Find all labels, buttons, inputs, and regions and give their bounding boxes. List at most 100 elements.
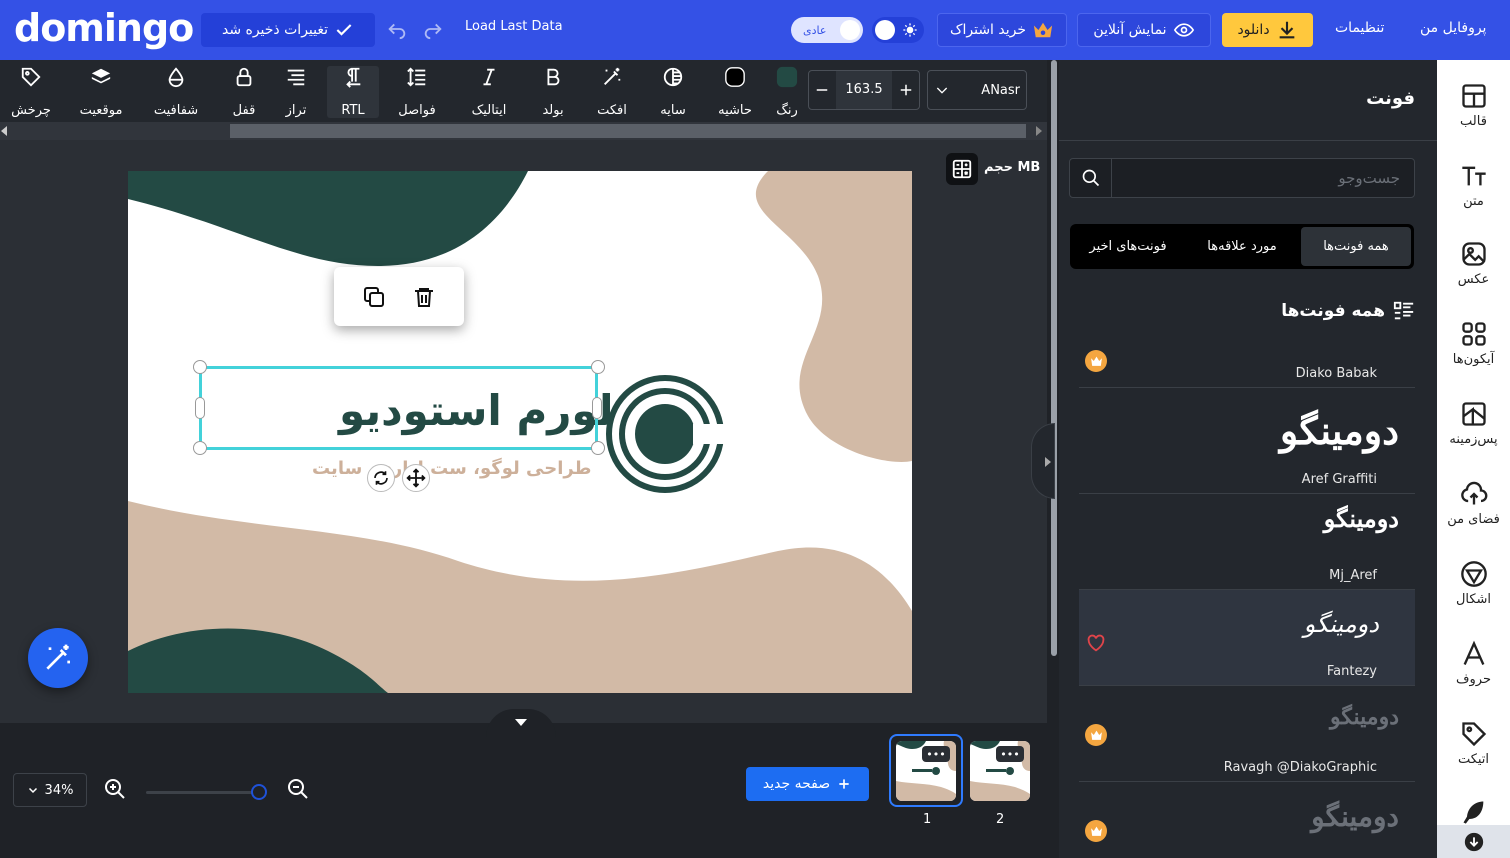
- search-icon[interactable]: [1070, 159, 1112, 197]
- resize-handle-bottom-left[interactable]: [193, 441, 207, 455]
- zoom-select[interactable]: 34%: [13, 773, 87, 807]
- sidebar-item-label: حروف: [1456, 671, 1491, 687]
- sidebar-item-letters[interactable]: حروف: [1437, 628, 1510, 698]
- sidebar-item-my-space[interactable]: فضای من: [1437, 468, 1510, 538]
- tool-stroke[interactable]: حاشیه: [714, 66, 756, 118]
- tool-position[interactable]: موقعیت: [72, 66, 130, 118]
- font-name: Fantezy: [1326, 664, 1377, 679]
- zoom-slider[interactable]: [146, 791, 266, 794]
- undo-icon[interactable]: [386, 18, 408, 40]
- tool-bold[interactable]: بولد: [536, 66, 570, 118]
- page-options-button[interactable]: •••: [922, 746, 950, 762]
- trash-icon[interactable]: [412, 285, 436, 309]
- resize-handle-top-left[interactable]: [193, 360, 207, 374]
- sidebar-item-label: عکس: [1457, 271, 1490, 287]
- resize-handle-bottom-right[interactable]: [591, 441, 605, 455]
- tool-italic[interactable]: ایتالیک: [466, 66, 512, 118]
- tool-label: حاشیه: [718, 103, 752, 118]
- magic-ai-button[interactable]: [28, 628, 88, 688]
- tool-color[interactable]: رنگ: [773, 66, 801, 118]
- mode-label: عادی: [803, 23, 827, 37]
- sidebar-item-shapes[interactable]: اشکال: [1437, 548, 1510, 618]
- sidebar-item-tag[interactable]: اتیکت: [1437, 708, 1510, 778]
- tool-spacing[interactable]: فواصل: [394, 66, 440, 118]
- load-last-data-link[interactable]: Load Last Data: [465, 19, 563, 34]
- font-item[interactable]: دومینگو Ravagh @DiakoGraphic: [1079, 686, 1415, 782]
- tool-shadow[interactable]: سایه: [654, 66, 692, 118]
- theme-toggle[interactable]: [872, 17, 924, 43]
- horizontal-scrollbar[interactable]: [0, 122, 1047, 140]
- sidebar-item-template[interactable]: قالب: [1437, 70, 1510, 140]
- profile-link[interactable]: پروفایل من: [1420, 20, 1486, 36]
- sidebar-item-text[interactable]: متن: [1437, 150, 1510, 220]
- sidebar-item-background[interactable]: پس‌زمینه: [1437, 388, 1510, 458]
- tool-lock[interactable]: قفل: [226, 66, 262, 118]
- font-size-stepper[interactable]: 163.5: [808, 70, 920, 110]
- redo-icon[interactable]: [422, 18, 444, 40]
- tab-recent-fonts[interactable]: فونت‌های اخیر: [1072, 227, 1184, 266]
- download-label: دانلود: [1237, 22, 1270, 38]
- calculator-icon[interactable]: [946, 153, 978, 185]
- settings-link[interactable]: تنظیمات: [1335, 20, 1384, 36]
- panel-resizer-handle[interactable]: [1051, 60, 1057, 656]
- canvas-area: حجم MB لورم استودیو طراحی لوگو، ست اداری…: [0, 140, 1047, 723]
- tool-align[interactable]: تراز: [280, 66, 312, 118]
- rtl-pilcrow-icon: [346, 67, 361, 88]
- sun-icon: [903, 23, 917, 37]
- sidebar-item-label: فضای من: [1447, 511, 1500, 527]
- page-options-button[interactable]: •••: [996, 746, 1024, 762]
- sidebar-item-photo[interactable]: عکس: [1437, 228, 1510, 298]
- horizontal-scrollbar-thumb[interactable]: [230, 124, 1026, 138]
- font-family-select[interactable]: ANasr: [927, 70, 1027, 110]
- resize-handle-right[interactable]: [592, 397, 602, 419]
- page-thumbnail[interactable]: •••: [970, 741, 1030, 801]
- collapse-panel-button[interactable]: [1031, 423, 1055, 499]
- tab-favorites[interactable]: مورد علاقه‌ها: [1187, 227, 1297, 266]
- plus-icon[interactable]: [897, 81, 915, 99]
- font-item[interactable]: دومینگو: [1079, 782, 1415, 858]
- scroll-right-icon[interactable]: [1034, 126, 1042, 136]
- move-control[interactable]: [402, 464, 430, 492]
- magic-wand-icon: [604, 67, 621, 85]
- download-button[interactable]: دانلود: [1222, 13, 1313, 47]
- tab-all-fonts[interactable]: همه فونت‌ها: [1301, 227, 1411, 266]
- font-search-input[interactable]: [1114, 159, 1414, 197]
- resize-handle-top-right[interactable]: [591, 360, 605, 374]
- font-item[interactable]: دومینگو Aref Graffiti: [1079, 398, 1415, 494]
- scroll-left-icon[interactable]: [1, 126, 9, 136]
- subtitle-text-element[interactable]: طراحی لوگو، ست اداری، سایت: [312, 458, 592, 479]
- page-thumbnail[interactable]: •••: [896, 741, 956, 801]
- zoom-in-icon[interactable]: [103, 777, 127, 801]
- tool-rtl[interactable]: RTL: [327, 66, 379, 118]
- feather-icon[interactable]: [1460, 798, 1488, 826]
- zoom-slider-knob[interactable]: [251, 784, 267, 800]
- font-item[interactable]: دومینگو Mj_Aref: [1079, 494, 1415, 590]
- premium-crown-icon: [1085, 350, 1107, 372]
- logo[interactable]: domingo: [14, 6, 194, 50]
- heart-icon[interactable]: [1085, 632, 1107, 654]
- tool-rotate[interactable]: چرخش: [8, 66, 54, 118]
- font-item[interactable]: Diako Babak: [1079, 350, 1415, 388]
- duplicate-icon[interactable]: [362, 285, 386, 309]
- mode-toggle[interactable]: عادی: [791, 17, 863, 43]
- text-icon: [1461, 166, 1486, 185]
- resize-handle-left[interactable]: [195, 397, 205, 419]
- font-item-hovered[interactable]: دومینگو Fantezy: [1079, 590, 1415, 686]
- tool-opacity[interactable]: شفافیت: [148, 66, 204, 118]
- chevron-down-icon: [936, 87, 948, 94]
- sidebar-scroll-down-button[interactable]: [1437, 825, 1510, 858]
- rotate-control[interactable]: [367, 464, 395, 492]
- new-page-label: صفحه جدید: [762, 776, 831, 792]
- tool-effect[interactable]: افکت: [592, 66, 632, 118]
- save-status-label: تغییرات ذخیره شد: [221, 22, 329, 38]
- buy-subscription-button[interactable]: خرید اشتراک: [937, 13, 1067, 47]
- zoom-out-icon[interactable]: [286, 777, 310, 801]
- new-page-button[interactable]: صفحه جدید: [746, 767, 869, 801]
- sidebar-item-icons[interactable]: آیکون‌ها: [1437, 308, 1510, 378]
- online-preview-button[interactable]: نمایش آنلاین: [1077, 13, 1211, 47]
- align-icon: [287, 69, 305, 86]
- font-size-value[interactable]: 163.5: [836, 71, 892, 109]
- save-status-button[interactable]: تغییرات ذخیره شد: [201, 13, 375, 47]
- minus-icon[interactable]: [813, 81, 831, 99]
- selection-box[interactable]: [199, 366, 598, 450]
